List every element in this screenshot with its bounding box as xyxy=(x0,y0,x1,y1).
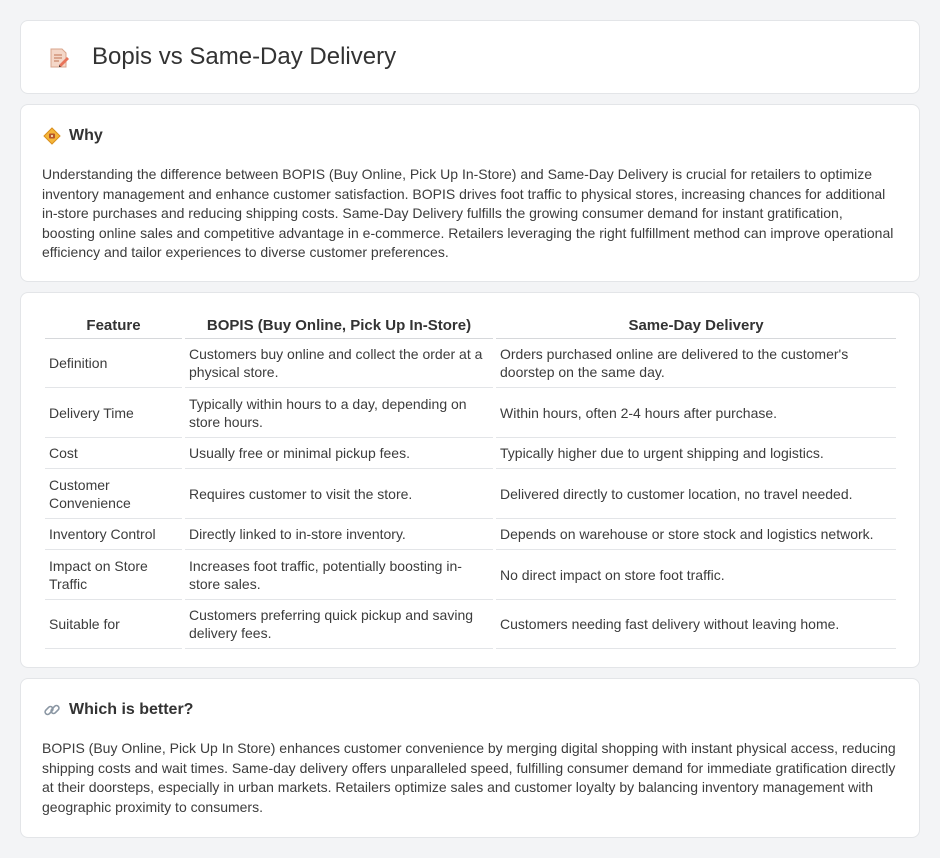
same-day-cell: Customers needing fast delivery without … xyxy=(496,600,896,649)
table-row: Definition Customers buy online and coll… xyxy=(45,339,896,388)
feature-cell: Delivery Time xyxy=(45,388,182,438)
same-day-cell: No direct impact on store foot traffic. xyxy=(496,550,896,600)
header-feature: Feature xyxy=(45,315,182,339)
comparison-table: Feature BOPIS (Buy Online, Pick Up In-St… xyxy=(42,315,899,649)
same-day-cell: Orders purchased online are delivered to… xyxy=(496,339,896,388)
table-row: Delivery Time Typically within hours to … xyxy=(45,388,896,438)
table-row: Customer Convenience Requires customer t… xyxy=(45,469,896,519)
diamond-warning-icon xyxy=(43,127,61,145)
header-card: Bopis vs Same-Day Delivery xyxy=(20,20,920,94)
same-day-cell: Within hours, often 2-4 hours after purc… xyxy=(496,388,896,438)
feature-cell: Definition xyxy=(45,339,182,388)
feature-cell: Customer Convenience xyxy=(45,469,182,519)
header-bopis: BOPIS (Buy Online, Pick Up In-Store) xyxy=(185,315,493,339)
comparison-card: Feature BOPIS (Buy Online, Pick Up In-St… xyxy=(20,292,920,668)
table-header-row: Feature BOPIS (Buy Online, Pick Up In-St… xyxy=(45,315,896,339)
page-title: Bopis vs Same-Day Delivery xyxy=(92,43,397,70)
table-row: Suitable for Customers preferring quick … xyxy=(45,600,896,649)
table-row: Cost Usually free or minimal pickup fees… xyxy=(45,438,896,469)
document-pencil-icon xyxy=(50,48,69,68)
better-text: BOPIS (Buy Online, Pick Up In Store) enh… xyxy=(42,740,896,815)
feature-cell: Cost xyxy=(45,438,182,469)
why-title: Why xyxy=(69,127,103,144)
bopis-cell: Typically within hours to a day, dependi… xyxy=(185,388,493,438)
same-day-cell: Depends on warehouse or store stock and … xyxy=(496,519,896,550)
header-same-day: Same-Day Delivery xyxy=(496,315,896,339)
bopis-cell: Requires customer to visit the store. xyxy=(185,469,493,519)
bopis-cell: Customers buy online and collect the ord… xyxy=(185,339,493,388)
feature-cell: Suitable for xyxy=(45,600,182,649)
feature-cell: Impact on Store Traffic xyxy=(45,550,182,600)
bopis-cell: Usually free or minimal pickup fees. xyxy=(185,438,493,469)
link-icon xyxy=(44,704,60,716)
why-text: Understanding the difference between BOP… xyxy=(42,166,894,260)
feature-cell: Inventory Control xyxy=(45,519,182,550)
bopis-cell: Directly linked to in-store inventory. xyxy=(185,519,493,550)
table-row: Impact on Store Traffic Increases foot t… xyxy=(45,550,896,600)
which-is-better-card: Which is better? BOPIS (Buy Online, Pick… xyxy=(20,678,920,838)
better-title: Which is better? xyxy=(69,701,194,718)
same-day-cell: Typically higher due to urgent shipping … xyxy=(496,438,896,469)
bopis-cell: Customers preferring quick pickup and sa… xyxy=(185,600,493,649)
better-heading: Which is better? xyxy=(43,701,193,719)
bopis-cell: Increases foot traffic, potentially boos… xyxy=(185,550,493,600)
why-card: Why Understanding the difference between… xyxy=(20,104,920,282)
why-heading: Why xyxy=(43,127,103,145)
same-day-cell: Delivered directly to customer location,… xyxy=(496,469,896,519)
table-row: Inventory Control Directly linked to in-… xyxy=(45,519,896,550)
